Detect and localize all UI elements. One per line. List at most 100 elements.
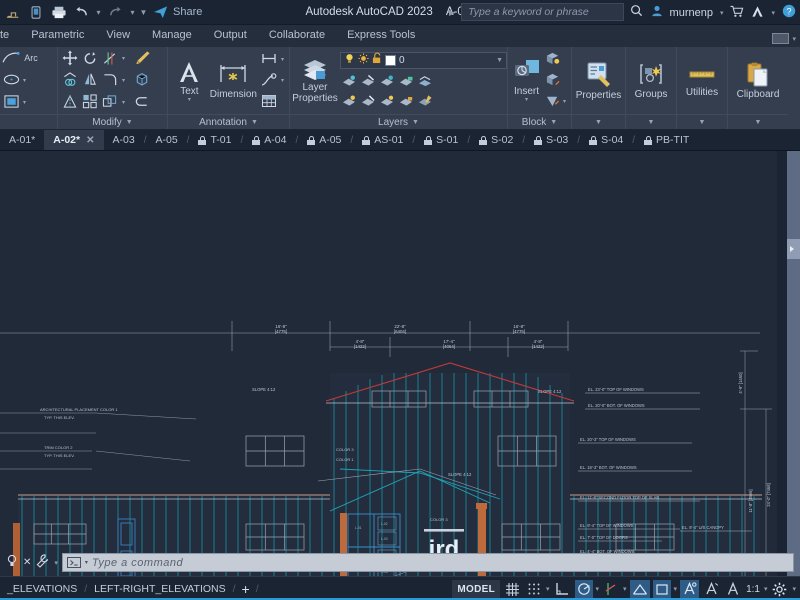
- layer-merge-icon[interactable]: [416, 71, 434, 90]
- arc-icon[interactable]: [1, 48, 21, 68]
- cart-icon[interactable]: [730, 5, 744, 21]
- plot-preview-icon[interactable]: [25, 2, 46, 23]
- annotation-scale-icon[interactable]: [724, 580, 742, 598]
- doc-tab-s03[interactable]: S-03: [525, 130, 577, 150]
- ribbon-tab-manage[interactable]: Manage: [141, 25, 203, 47]
- doc-tab-t01[interactable]: T-01: [189, 130, 240, 150]
- copy-icon[interactable]: [60, 70, 80, 90]
- layer-on-icon[interactable]: [344, 53, 355, 67]
- command-history-caret[interactable]: ▾: [54, 559, 58, 567]
- lightbulb-icon[interactable]: [6, 554, 18, 571]
- ellipse-dropdown-caret[interactable]: ▾: [21, 70, 28, 92]
- 3d-array-icon[interactable]: [132, 70, 152, 90]
- doc-tab-a04[interactable]: A-04: [243, 130, 295, 150]
- insert-dropdown-caret[interactable]: ▾: [525, 97, 528, 103]
- saveas-icon[interactable]: [2, 2, 23, 23]
- ribbon-display-caret[interactable]: ▾: [792, 35, 796, 43]
- stretch-icon[interactable]: [60, 91, 80, 111]
- array-dropdown-caret[interactable]: ▾: [120, 91, 127, 113]
- polar-dropdown-caret[interactable]: ▾: [596, 585, 600, 593]
- viewcube-marker-icon[interactable]: [790, 246, 794, 252]
- fillet-dropdown-caret[interactable]: ▾: [120, 70, 127, 92]
- ellipse-icon[interactable]: [1, 70, 21, 90]
- grid-display-icon[interactable]: [503, 580, 522, 598]
- ribbon-tab-express-tools[interactable]: Express Tools: [336, 25, 426, 47]
- utilities-button[interactable]: Utilities: [680, 63, 724, 99]
- groups-panel-caret[interactable]: ▼: [648, 115, 655, 130]
- snap-mode-icon[interactable]: [525, 580, 543, 598]
- undo-dropdown-caret[interactable]: ▾: [94, 2, 103, 23]
- drawing-canvas-area[interactable]: 16'-8" [4775] 22'-8" [6404] 16'-8" [4775] 4…: [0, 151, 800, 576]
- osnap-tracking-caret[interactable]: ▾: [623, 585, 627, 593]
- ribbon-tab-output[interactable]: Output: [203, 25, 258, 47]
- customize-qat-caret[interactable]: ▼: [139, 2, 148, 23]
- redo-dropdown-caret[interactable]: ▾: [128, 2, 137, 23]
- layer-change-to-current-icon[interactable]: [416, 91, 434, 110]
- doc-tab-a01[interactable]: A-01*: [0, 130, 44, 150]
- autodesk-dropdown-caret[interactable]: ▾: [771, 9, 775, 17]
- block-dropdown-caret-1[interactable]: [561, 49, 568, 70]
- scale-icon[interactable]: [100, 91, 120, 111]
- join-icon[interactable]: [132, 91, 152, 111]
- ribbon-tab-parametric[interactable]: Parametric: [20, 25, 95, 47]
- elevation-drawing[interactable]: 16'-8"[4775] 22'-8"[6404] 16'-8"[4775] 4…: [0, 151, 800, 576]
- autoscale-icon[interactable]: [702, 580, 721, 598]
- plot-icon[interactable]: [48, 2, 69, 23]
- doc-tab-as01[interactable]: AS-01: [353, 130, 412, 150]
- annotation-scale-label[interactable]: 1:1: [745, 584, 761, 595]
- ribbon-tab-0[interactable]: te: [0, 25, 20, 47]
- move-icon[interactable]: [60, 48, 80, 68]
- text-dropdown-caret[interactable]: ▾: [188, 97, 191, 103]
- properties-button[interactable]: Properties: [575, 60, 622, 102]
- share-icon[interactable]: [150, 2, 171, 23]
- block-dropdown-caret-3[interactable]: ▾: [561, 91, 568, 112]
- object-snap-icon[interactable]: [629, 580, 650, 598]
- help-icon[interactable]: ?: [782, 4, 796, 21]
- layout-tab-left-right-elevations[interactable]: LEFT-RIGHT_ELEVATIONS: [87, 583, 232, 595]
- rotate-icon[interactable]: [80, 48, 100, 68]
- layout-tab-elevations[interactable]: _ELEVATIONS: [0, 583, 84, 595]
- block-attributes-icon[interactable]: [543, 91, 561, 110]
- redo-icon[interactable]: [105, 2, 126, 23]
- wrench-icon[interactable]: [36, 554, 49, 571]
- leader-icon[interactable]: [259, 70, 279, 90]
- layer-thaw-icon[interactable]: [358, 53, 369, 67]
- stretch-dropdown-caret[interactable]: ▾: [120, 48, 127, 70]
- user-avatar-icon[interactable]: [651, 5, 663, 20]
- multileader-icon[interactable]: [259, 49, 279, 69]
- lineweight-icon[interactable]: [652, 580, 671, 598]
- customization-caret[interactable]: ▾: [792, 585, 796, 593]
- doc-tab-pbtitle[interactable]: PB-TIT: [635, 130, 698, 150]
- annotation-panel-caret[interactable]: ▼: [251, 115, 258, 130]
- block-dropdown-caret-2[interactable]: [561, 70, 568, 91]
- multileader-dropdown-caret[interactable]: ▾: [279, 49, 286, 70]
- layer-off-icon[interactable]: [378, 71, 396, 90]
- properties-panel-caret[interactable]: ▼: [595, 115, 602, 130]
- layers-panel-caret[interactable]: ▼: [412, 115, 419, 130]
- layer-unlock-icon[interactable]: [372, 52, 382, 67]
- doc-tab-s01[interactable]: S-01: [415, 130, 467, 150]
- layer-properties-button[interactable]: Layer Properties: [292, 50, 338, 111]
- create-block-icon[interactable]: [543, 49, 561, 68]
- user-dropdown-caret[interactable]: ▾: [720, 9, 724, 17]
- insert-block-button[interactable]: Insert ▾: [511, 58, 542, 104]
- command-input[interactable]: ▾ Type a command: [61, 553, 794, 572]
- ribbon-tab-collaborate[interactable]: Collaborate: [258, 25, 336, 47]
- doc-tab-s02[interactable]: S-02: [470, 130, 522, 150]
- edit-block-icon[interactable]: [543, 70, 561, 89]
- hatch-icon[interactable]: [1, 91, 21, 111]
- model-space-button[interactable]: MODEL: [452, 580, 500, 598]
- layer-turn-all-on-icon[interactable]: [340, 91, 358, 110]
- layer-lock-icon[interactable]: [397, 71, 415, 90]
- rectangular-array-icon[interactable]: [80, 91, 100, 111]
- layer-unlock-all-icon[interactable]: [397, 91, 415, 110]
- utilities-panel-caret[interactable]: ▼: [699, 115, 706, 130]
- layer-color-swatch[interactable]: [385, 54, 396, 66]
- object-snap-tracking-icon[interactable]: [602, 580, 620, 598]
- clipboard-panel-caret[interactable]: ▼: [755, 115, 762, 130]
- layer-isolate-icon[interactable]: [340, 71, 358, 90]
- add-layout-button[interactable]: +: [236, 582, 256, 596]
- autodesk-a-icon[interactable]: [751, 5, 764, 21]
- share-label[interactable]: Share: [173, 6, 202, 18]
- search-icon[interactable]: [630, 4, 643, 20]
